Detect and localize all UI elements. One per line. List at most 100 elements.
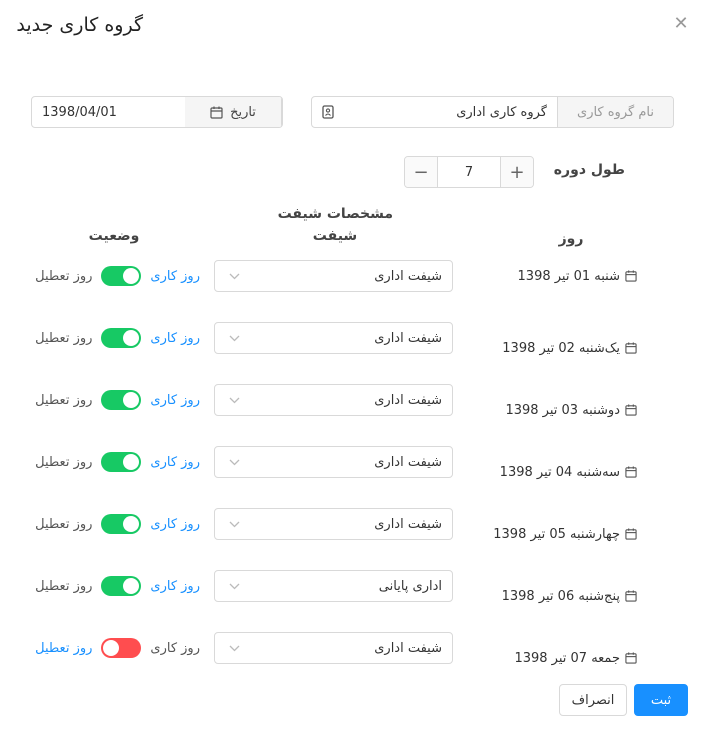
chevron-down-icon <box>229 335 240 341</box>
day-status-toggle[interactable] <box>101 452 142 472</box>
day-status-toggle[interactable] <box>101 266 142 286</box>
day-status: روز کاری روز تعطیل <box>35 508 200 540</box>
period-value[interactable]: 7 <box>437 157 501 187</box>
calendar-icon <box>625 590 637 602</box>
off-day-label[interactable]: روز تعطیل <box>35 393 92 408</box>
off-day-label[interactable]: روز تعطیل <box>35 455 92 470</box>
shift-select[interactable]: شیفت اداری <box>214 322 453 354</box>
dialog-title: گروه کاری جدید <box>16 14 143 36</box>
shift-select[interactable]: شیفت اداری <box>214 384 453 416</box>
day-status: روز کاری روز تعطیل <box>35 446 200 478</box>
table-row: پنج‌شنبه 06 تیر 1398 اداری پایانی روز کاری… <box>0 570 705 604</box>
id-card-icon <box>322 105 334 119</box>
off-day-label[interactable]: روز تعطیل <box>35 641 92 656</box>
period-label: طول دوره <box>553 162 625 178</box>
row-date: چهارشنبه 05 تیر 1398 <box>493 518 637 550</box>
off-day-label[interactable]: روز تعطیل <box>35 331 92 346</box>
row-date: شنبه 01 تیر 1398 <box>518 260 637 292</box>
increment-button[interactable]: + <box>501 157 533 187</box>
calendar-icon <box>625 652 637 664</box>
group-name-value: گروه کاری اداری <box>456 104 547 120</box>
group-name-label: نام گروه کاری <box>557 97 673 127</box>
col-day-header: روز <box>558 231 584 247</box>
row-date: پنج‌شنبه 06 تیر 1398 <box>502 580 637 612</box>
day-status: روز کاری روز تعطیل <box>35 570 200 602</box>
work-day-label[interactable]: روز کاری <box>150 517 200 532</box>
shift-select[interactable]: شیفت اداری <box>214 508 453 540</box>
period-stepper: − 7 + <box>404 156 534 188</box>
row-date-text: سه‌شنبه 04 تیر 1398 <box>499 464 620 480</box>
chevron-down-icon <box>229 583 240 589</box>
calendar-icon <box>625 270 637 282</box>
table-row: سه‌شنبه 04 تیر 1398 شیفت اداری روز کاری روز… <box>0 446 705 480</box>
day-status: روز کاری روز تعطیل <box>35 632 200 664</box>
group-name-field[interactable]: گروه کاری اداری <box>312 97 557 127</box>
table-row: دوشنبه 03 تیر 1398 شیفت اداری روز کاری روز … <box>0 384 705 418</box>
row-date-text: دوشنبه 03 تیر 1398 <box>505 402 620 418</box>
table-row: جمعه 07 تیر 1398 شیفت اداری روز کاری روز تع… <box>0 632 705 666</box>
shift-select[interactable]: شیفت اداری <box>214 632 453 664</box>
day-status-toggle[interactable] <box>101 576 142 596</box>
date-input-group: 1398/04/01 تاریخ <box>31 96 283 128</box>
calendar-icon <box>625 466 637 478</box>
day-status: روز کاری روز تعطیل <box>35 322 200 354</box>
day-status-toggle[interactable] <box>101 514 142 534</box>
row-date-text: جمعه 07 تیر 1398 <box>514 650 620 666</box>
shift-spec-title: مشخصات شیفت <box>277 206 393 222</box>
calendar-icon <box>625 404 637 416</box>
row-date-text: شنبه 01 تیر 1398 <box>517 268 620 284</box>
close-icon[interactable]: ✕ <box>671 14 691 34</box>
calendar-icon <box>210 106 223 119</box>
work-day-label[interactable]: روز کاری <box>150 641 200 656</box>
date-label-addon: تاریخ <box>185 97 282 127</box>
shift-select-value: شیفت اداری <box>374 640 442 656</box>
submit-button[interactable]: ثبت <box>634 684 688 716</box>
shift-select[interactable]: اداری پایانی <box>214 570 453 602</box>
decrement-button[interactable]: − <box>405 157 437 187</box>
col-status-header: وضعیت <box>88 228 140 244</box>
row-date: یک‌شنبه 02 تیر 1398 <box>502 332 637 364</box>
chevron-down-icon <box>229 521 240 527</box>
off-day-label[interactable]: روز تعطیل <box>35 269 92 284</box>
shift-select-value: شیفت اداری <box>374 392 442 408</box>
shift-select[interactable]: شیفت اداری <box>214 446 453 478</box>
chevron-down-icon <box>229 459 240 465</box>
calendar-icon <box>625 342 637 354</box>
work-day-label[interactable]: روز کاری <box>150 579 200 594</box>
shift-select-value: شیفت اداری <box>374 330 442 346</box>
row-date-text: یک‌شنبه 02 تیر 1398 <box>502 340 620 356</box>
chevron-down-icon <box>229 273 240 279</box>
table-row: یک‌شنبه 02 تیر 1398 شیفت اداری روز کاری روز… <box>0 322 705 356</box>
work-day-label[interactable]: روز کاری <box>150 393 200 408</box>
work-day-label[interactable]: روز کاری <box>150 331 200 346</box>
day-status: روز کاری روز تعطیل <box>35 260 200 292</box>
row-date-text: چهارشنبه 05 تیر 1398 <box>493 526 620 542</box>
shift-select-value: شیفت اداری <box>374 516 442 532</box>
group-name-input-group: گروه کاری اداری نام گروه کاری <box>311 96 674 128</box>
chevron-down-icon <box>229 397 240 403</box>
shift-select[interactable]: شیفت اداری <box>214 260 453 292</box>
table-row: شنبه 01 تیر 1398 شیفت اداری روز کاری روز تع… <box>0 260 705 292</box>
row-date: جمعه 07 تیر 1398 <box>514 642 637 674</box>
work-day-label[interactable]: روز کاری <box>150 455 200 470</box>
shift-select-value: اداری پایانی <box>378 578 442 594</box>
day-status: روز کاری روز تعطیل <box>35 384 200 416</box>
day-status-toggle[interactable] <box>101 638 142 658</box>
cancel-button[interactable]: انصراف <box>559 684 627 716</box>
date-field[interactable]: 1398/04/01 <box>32 97 185 127</box>
off-day-label[interactable]: روز تعطیل <box>35 579 92 594</box>
row-date: دوشنبه 03 تیر 1398 <box>505 394 637 426</box>
row-date-text: پنج‌شنبه 06 تیر 1398 <box>501 588 620 604</box>
row-date: سه‌شنبه 04 تیر 1398 <box>500 456 637 488</box>
date-label: تاریخ <box>230 104 256 120</box>
chevron-down-icon <box>229 645 240 651</box>
table-row: چهارشنبه 05 تیر 1398 شیفت اداری روز کاری رو… <box>0 508 705 542</box>
day-status-toggle[interactable] <box>101 328 142 348</box>
shift-select-value: شیفت اداری <box>374 268 442 284</box>
calendar-icon <box>625 528 637 540</box>
work-day-label[interactable]: روز کاری <box>150 269 200 284</box>
off-day-label[interactable]: روز تعطیل <box>35 517 92 532</box>
col-shift-header: شیفت <box>312 228 358 244</box>
shift-select-value: شیفت اداری <box>374 454 442 470</box>
day-status-toggle[interactable] <box>101 390 142 410</box>
